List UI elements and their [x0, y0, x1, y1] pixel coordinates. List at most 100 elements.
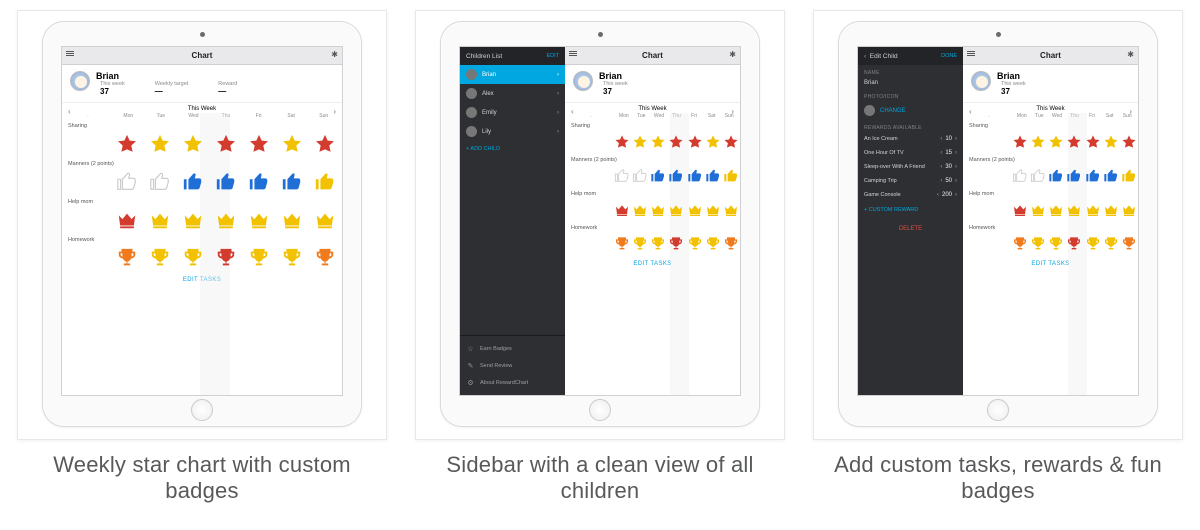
trophy-icon[interactable]: [1121, 236, 1137, 252]
settings-icon[interactable]: ✱: [729, 50, 736, 59]
sidebar-item-child[interactable]: Lily›: [460, 122, 565, 141]
sidebar-item-child[interactable]: Emily›: [460, 103, 565, 122]
thumb-icon[interactable]: [182, 171, 204, 193]
crown-icon[interactable]: [668, 202, 684, 218]
trophy-icon[interactable]: [1066, 236, 1082, 252]
sidebar-footer-item[interactable]: ⚙About RewardChart: [460, 374, 565, 391]
add-reward-link[interactable]: + CUSTOM REWARD: [858, 202, 963, 218]
trophy-icon[interactable]: [182, 247, 204, 269]
star-icon[interactable]: [1012, 134, 1028, 150]
crown-icon[interactable]: [149, 209, 171, 231]
thumb-icon[interactable]: [1066, 168, 1082, 184]
star-icon[interactable]: [687, 134, 703, 150]
crown-icon[interactable]: [1048, 202, 1064, 218]
thumb-icon[interactable]: [705, 168, 721, 184]
reward-row[interactable]: One Hour Of TV‹15›: [858, 146, 963, 160]
thumb-icon[interactable]: [1030, 168, 1046, 184]
crown-icon[interactable]: [614, 202, 630, 218]
crown-icon[interactable]: [705, 202, 721, 218]
star-icon[interactable]: [215, 133, 237, 155]
thumb-icon[interactable]: [314, 171, 336, 193]
crown-icon[interactable]: [182, 209, 204, 231]
star-icon[interactable]: [1085, 134, 1101, 150]
thumb-icon[interactable]: [281, 171, 303, 193]
thumb-icon[interactable]: [1012, 168, 1028, 184]
thumb-icon[interactable]: [1121, 168, 1137, 184]
crown-icon[interactable]: [248, 209, 270, 231]
trophy-icon[interactable]: [632, 236, 648, 252]
star-icon[interactable]: [632, 134, 648, 150]
star-icon[interactable]: [650, 134, 666, 150]
trophy-icon[interactable]: [1103, 236, 1119, 252]
crown-icon[interactable]: [215, 209, 237, 231]
star-icon[interactable]: [705, 134, 721, 150]
home-button[interactable]: [191, 399, 213, 421]
home-button[interactable]: [589, 399, 611, 421]
thumb-icon[interactable]: [668, 168, 684, 184]
menu-icon[interactable]: [569, 51, 577, 56]
thumb-icon[interactable]: [248, 171, 270, 193]
star-icon[interactable]: [614, 134, 630, 150]
change-photo[interactable]: CHANGE: [858, 101, 963, 120]
back-icon[interactable]: ‹: [864, 53, 866, 60]
sidebar-edit-link[interactable]: EDIT: [546, 53, 559, 59]
trophy-icon[interactable]: [668, 236, 684, 252]
trophy-icon[interactable]: [215, 247, 237, 269]
crown-icon[interactable]: [650, 202, 666, 218]
star-icon[interactable]: [1103, 134, 1119, 150]
trophy-icon[interactable]: [248, 247, 270, 269]
thumb-icon[interactable]: [1103, 168, 1119, 184]
trophy-icon[interactable]: [723, 236, 739, 252]
delete-child-button[interactable]: DELETE: [858, 218, 963, 240]
trophy-icon[interactable]: [314, 247, 336, 269]
name-field[interactable]: Brian: [858, 77, 963, 89]
star-icon[interactable]: [116, 133, 138, 155]
trophy-icon[interactable]: [687, 236, 703, 252]
thumb-icon[interactable]: [116, 171, 138, 193]
thumb-icon[interactable]: [723, 168, 739, 184]
crown-icon[interactable]: [1085, 202, 1101, 218]
trophy-icon[interactable]: [281, 247, 303, 269]
crown-icon[interactable]: [1121, 202, 1137, 218]
star-icon[interactable]: [723, 134, 739, 150]
star-icon[interactable]: [314, 133, 336, 155]
reward-row[interactable]: Camping Trip‹50›: [858, 174, 963, 188]
trophy-icon[interactable]: [1012, 236, 1028, 252]
menu-icon[interactable]: [66, 51, 74, 56]
crown-icon[interactable]: [1103, 202, 1119, 218]
trophy-icon[interactable]: [1085, 236, 1101, 252]
thumb-icon[interactable]: [1048, 168, 1064, 184]
done-link[interactable]: DONE: [941, 53, 957, 59]
reward-row[interactable]: Game Console‹200›: [858, 188, 963, 202]
thumb-icon[interactable]: [1085, 168, 1101, 184]
trophy-icon[interactable]: [1030, 236, 1046, 252]
sidebar-footer-item[interactable]: ✎Send Review: [460, 357, 565, 374]
star-icon[interactable]: [1121, 134, 1137, 150]
thumb-icon[interactable]: [215, 171, 237, 193]
crown-icon[interactable]: [116, 209, 138, 231]
star-icon[interactable]: [1048, 134, 1064, 150]
crown-icon[interactable]: [687, 202, 703, 218]
trophy-icon[interactable]: [149, 247, 171, 269]
trophy-icon[interactable]: [705, 236, 721, 252]
thumb-icon[interactable]: [632, 168, 648, 184]
thumb-icon[interactable]: [614, 168, 630, 184]
star-icon[interactable]: [182, 133, 204, 155]
star-icon[interactable]: [1030, 134, 1046, 150]
star-icon[interactable]: [1066, 134, 1082, 150]
trophy-icon[interactable]: [614, 236, 630, 252]
thumb-icon[interactable]: [149, 171, 171, 193]
star-icon[interactable]: [248, 133, 270, 155]
add-child-link[interactable]: + ADD CHILD: [460, 141, 565, 157]
crown-icon[interactable]: [632, 202, 648, 218]
sidebar-footer-item[interactable]: ☆Earn Badges: [460, 340, 565, 357]
reward-row[interactable]: An Ice Cream‹10›: [858, 132, 963, 146]
crown-icon[interactable]: [1066, 202, 1082, 218]
star-icon[interactable]: [668, 134, 684, 150]
thumb-icon[interactable]: [650, 168, 666, 184]
reward-row[interactable]: Sleep-over With A Friend‹30›: [858, 160, 963, 174]
star-icon[interactable]: [281, 133, 303, 155]
crown-icon[interactable]: [723, 202, 739, 218]
avatar[interactable]: [573, 71, 593, 91]
crown-icon[interactable]: [281, 209, 303, 231]
